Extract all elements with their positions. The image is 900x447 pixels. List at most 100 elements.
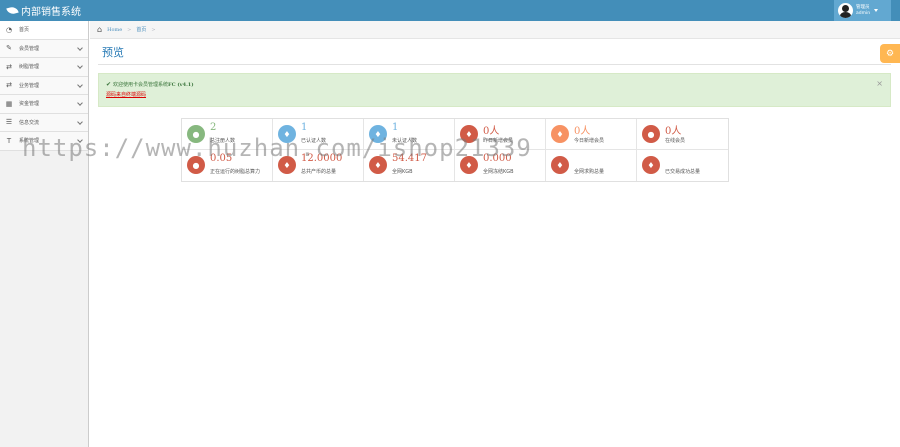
chevron-down-icon — [77, 44, 83, 51]
stat-value: 54.417 — [392, 153, 427, 164]
stat-online: ● 0人 在线会员 — [637, 119, 728, 150]
app-title: 内部销售系统 — [21, 7, 81, 18]
breadcrumb: ⌂ Home > 首页 > — [90, 21, 900, 39]
twitter-icon: ♦ — [278, 156, 296, 174]
stat-label: 已交易成功总量 — [665, 169, 701, 175]
stat-label: 正在运行的树脂总算力 — [210, 169, 261, 175]
sidebar-item-business[interactable]: ⇄ 业务管理 — [0, 76, 88, 95]
twitter-icon: ♦ — [369, 156, 387, 174]
stat-value: 1 — [301, 122, 308, 133]
alert-note[interactable]: 源码来自终端源码 — [106, 91, 883, 98]
sidebar-item-label: 首页 — [19, 27, 30, 34]
header-divider — [98, 64, 891, 65]
stat-value: 0人 — [665, 126, 682, 137]
twitter-icon: ♦ — [369, 125, 387, 143]
stat-value: 2 — [210, 122, 217, 133]
leaf-icon — [6, 5, 19, 16]
stat-total-registered: ● 2 总注册人数 — [182, 119, 273, 150]
caret-down-icon — [874, 9, 879, 12]
stat-total-coins: ♦ 12.0000 总共产币的总量 — [273, 150, 364, 181]
sidebar: ◔ 首页 ✎ 会员管理 ⇄ 树脂管理 ⇄ 业务管理 ▦ 资金管理 ☰ 信息交流 … — [0, 21, 89, 447]
sidebar-item-resin[interactable]: ⇄ 树脂管理 — [0, 58, 88, 77]
list-icon: ☰ — [5, 118, 13, 127]
avatar — [838, 3, 853, 18]
chevron-down-icon — [77, 118, 83, 125]
user-name: admin — [856, 10, 871, 16]
twitter-icon: ♦ — [460, 156, 478, 174]
stat-value: 1 — [392, 122, 399, 133]
stats-grid: ● 2 总注册人数 ♦ 1 已认证人数 ♦ 1 未认证人数 ♦ 0人 昨日新增会… — [181, 118, 729, 182]
sidebar-item-home[interactable]: ◔ 首页 — [0, 21, 88, 40]
dashboard-icon: ◔ — [5, 25, 13, 34]
shuffle-icon: ⇄ — [6, 62, 12, 71]
twitter-icon: ♦ — [278, 125, 296, 143]
alert-version: FC (v4.1) — [168, 81, 194, 88]
sidebar-item-messages[interactable]: ☰ 信息交流 — [0, 113, 88, 132]
sidebar-item-label: 资金管理 — [19, 101, 40, 108]
stat-label: 全网求购总量 — [574, 169, 605, 175]
stat-value: 0人 — [574, 126, 591, 137]
stat-value: 0.05 — [210, 153, 233, 164]
breadcrumb-separator: > — [151, 26, 156, 33]
user-menu[interactable]: 管理员 admin — [834, 0, 891, 21]
stat-verified: ♦ 1 已认证人数 — [273, 119, 364, 150]
text-icon: T — [6, 136, 12, 145]
alert-welcome-text: 欢迎使用卡会员管理系统 — [113, 82, 169, 88]
sidebar-item-label: 树脂管理 — [19, 64, 40, 71]
stat-value: 0人 — [483, 126, 500, 137]
stat-frozen-kgb: ♦ 0.000 全网冻结KGB — [455, 150, 546, 181]
stat-label: 已认证人数 — [301, 138, 327, 144]
home-icon: ⌂ — [97, 25, 103, 34]
twitter-icon: ♦ — [551, 125, 569, 143]
comments-icon: ● — [642, 125, 660, 143]
welcome-alert: ✔ 欢迎使用卡会员管理系统 FC (v4.1) 源码来自终端源码 × — [98, 73, 891, 107]
comments-icon: ● — [187, 156, 205, 174]
user-info: 管理员 admin — [856, 5, 870, 17]
chevron-down-icon — [77, 63, 83, 69]
calendar-icon: ▦ — [5, 99, 13, 108]
sidebar-item-label: 业务管理 — [19, 82, 40, 89]
check-icon: ✔ — [106, 81, 112, 88]
settings-button[interactable]: ⚙ — [880, 44, 900, 63]
page-title: 预览 — [102, 46, 124, 59]
stat-running-power: ● 0.05 正在运行的树脂总算力 — [182, 150, 273, 181]
user-role: 管理员 — [856, 4, 870, 10]
stat-label: 在线会员 — [665, 138, 686, 144]
stat-label: 昨日新增会员 — [483, 138, 514, 144]
twitter-icon: ♦ — [460, 125, 478, 143]
breadcrumb-current-link[interactable]: 首页 — [136, 26, 146, 33]
sidebar-item-funds[interactable]: ▦ 资金管理 — [0, 95, 88, 114]
shuffle-icon: ⇄ — [6, 81, 12, 90]
sidebar-item-members[interactable]: ✎ 会员管理 — [0, 39, 88, 58]
gear-icon: ⚙ — [885, 48, 895, 59]
chevron-down-icon — [77, 137, 83, 143]
stat-new-today: ♦ 0人 今日新增会员 — [546, 119, 637, 150]
twitter-icon: ♦ — [642, 156, 660, 174]
sidebar-item-label: 会员管理 — [19, 45, 40, 52]
stat-network-kgb: ♦ 54.417 全网KGB — [364, 150, 455, 181]
stat-trade-success-total: ♦ 已交易成功总量 — [637, 150, 728, 181]
breadcrumb-home-link[interactable]: Home — [107, 27, 122, 33]
stat-label: 总注册人数 — [210, 138, 236, 144]
sidebar-item-system[interactable]: T 系统管理 — [0, 132, 88, 151]
twitter-icon: ♦ — [551, 156, 569, 174]
top-navbar: 内部销售系统 管理员 admin — [0, 0, 900, 21]
sidebar-item-label: 信息交流 — [19, 119, 40, 126]
stat-label: 今日新增会员 — [574, 138, 605, 144]
chevron-down-icon — [77, 81, 83, 88]
chevron-down-icon — [77, 100, 83, 106]
breadcrumb-separator: > — [127, 26, 132, 33]
comments-icon: ● — [187, 125, 205, 143]
stat-label: 未认证人数 — [392, 138, 418, 144]
stat-value: 0.000 — [483, 153, 512, 164]
alert-welcome-line: ✔ 欢迎使用卡会员管理系统 FC (v4.1) — [106, 81, 883, 88]
stat-label: 全网KGB — [392, 169, 413, 175]
app-brand[interactable]: 内部销售系统 — [6, 3, 81, 18]
stat-purchase-total: ♦ 全网求购总量 — [546, 150, 637, 181]
stat-value: 12.0000 — [301, 153, 343, 164]
sidebar-item-label: 系统管理 — [19, 138, 40, 145]
stat-new-yesterday: ♦ 0人 昨日新增会员 — [455, 119, 546, 150]
close-icon[interactable]: × — [876, 79, 883, 88]
stat-label: 总共产币的总量 — [301, 169, 337, 175]
stat-unverified: ♦ 1 未认证人数 — [364, 119, 455, 150]
